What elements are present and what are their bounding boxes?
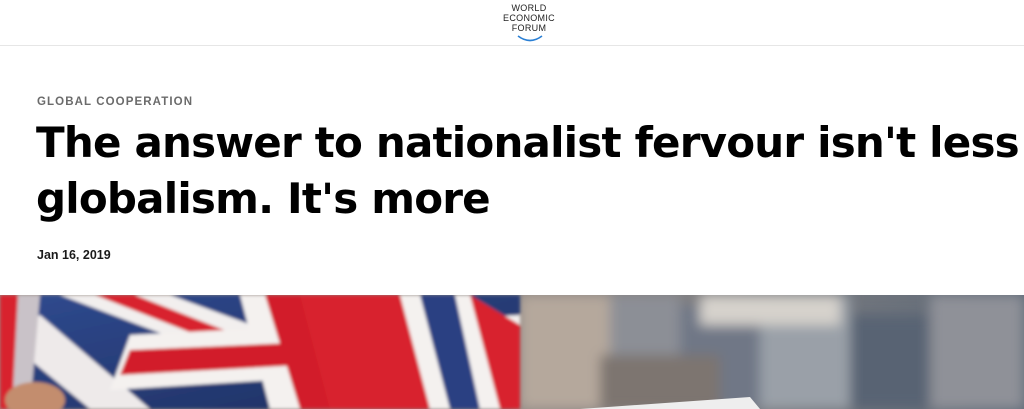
- publish-date: Jan 16, 2019: [37, 248, 111, 262]
- logo-line-2: ECONOMIC: [503, 13, 555, 23]
- headline-line-1: The answer to nationalist fervour isn't …: [36, 118, 1020, 167]
- logo-line-3: FORUM: [511, 23, 547, 33]
- flag-photo-image: [0, 295, 1024, 409]
- article-headline: The answer to nationalist fervour isn't …: [36, 115, 1024, 227]
- hero-image: [0, 295, 1024, 409]
- category-link[interactable]: GLOBAL COOPERATION: [37, 96, 193, 108]
- logo-arc-icon: [517, 35, 543, 42]
- logo-line-1: WORLD: [511, 3, 547, 13]
- wef-logo[interactable]: WORLD ECONOMIC FORUM: [497, 3, 561, 43]
- headline-line-2: globalism. It's more: [36, 174, 491, 223]
- site-header: WORLD ECONOMIC FORUM: [0, 0, 1024, 46]
